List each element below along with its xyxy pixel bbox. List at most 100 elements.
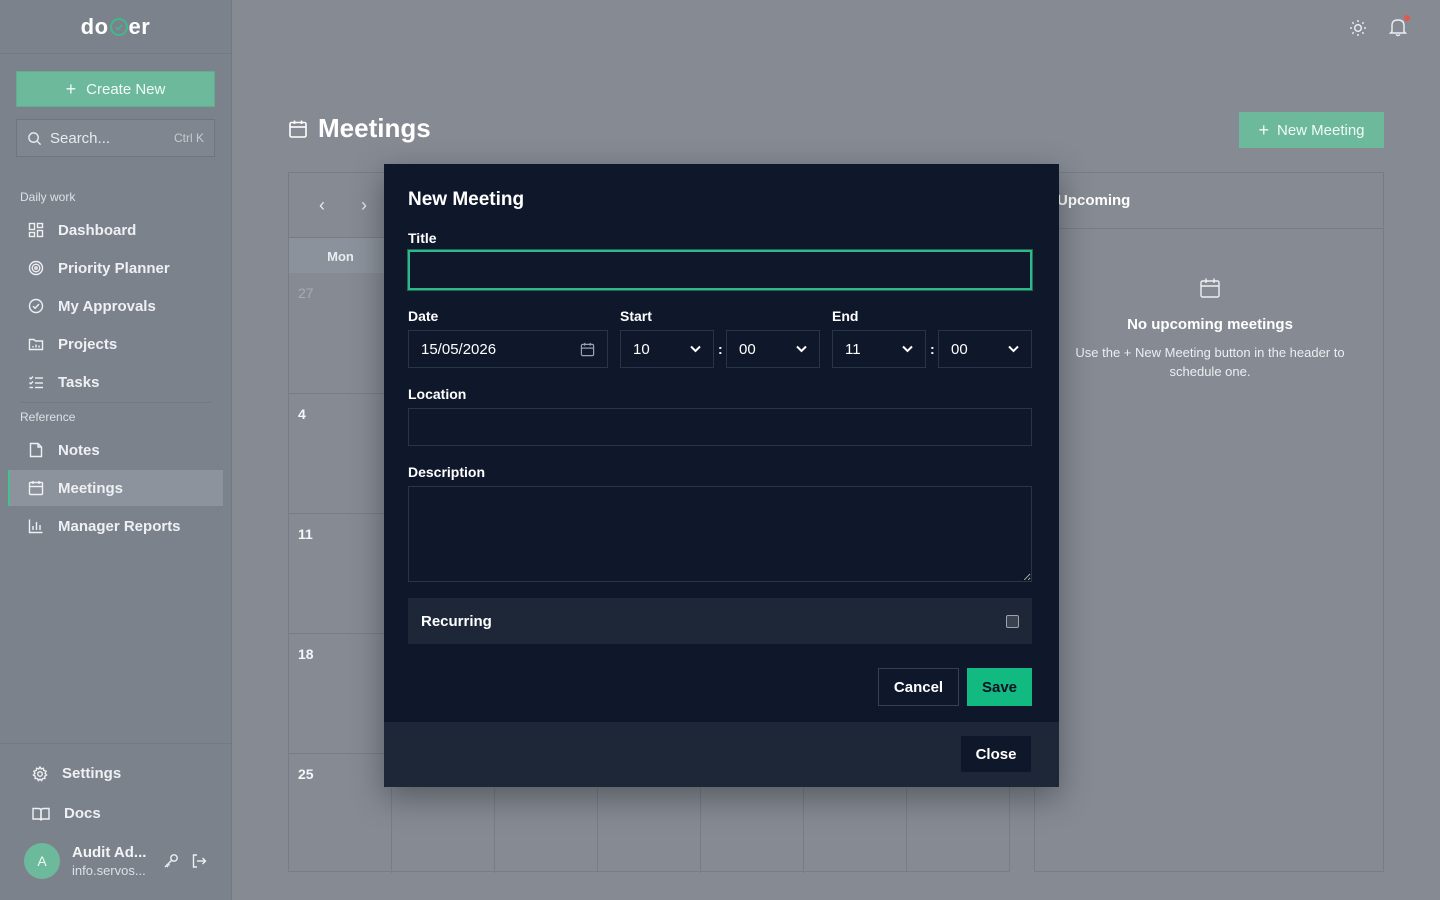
calendar-column-divider	[391, 788, 392, 873]
book-icon	[32, 807, 50, 821]
sidebar-item-manager-reports[interactable]: Manager Reports	[8, 508, 223, 544]
dialog-title: New Meeting	[408, 189, 525, 210]
recurring-toggle-row[interactable]: Recurring	[408, 598, 1032, 644]
folder-icon	[28, 336, 44, 352]
chevron-down-icon	[690, 345, 701, 353]
start-minute-select[interactable]: 00	[726, 330, 820, 368]
chevron-down-icon	[902, 345, 913, 353]
save-button[interactable]: Save	[967, 668, 1032, 706]
title-input[interactable]	[408, 250, 1032, 290]
day-number[interactable]: 27	[298, 285, 314, 301]
chevron-down-icon	[796, 345, 807, 353]
sidebar-item-label: Notes	[58, 441, 100, 459]
bar-chart-icon	[28, 518, 44, 534]
logout-icon[interactable]	[191, 853, 207, 869]
sidebar-item-projects[interactable]: Projects	[8, 326, 223, 362]
new-meeting-dialog: New Meeting Title Date 15/05/2026 Start …	[384, 164, 1059, 787]
recurring-checkbox[interactable]	[1006, 614, 1019, 628]
avatar: A	[24, 843, 60, 879]
day-number[interactable]: 18	[298, 646, 314, 662]
calendar-column-divider	[494, 788, 495, 873]
calendar-nav: ‹ ›	[319, 195, 367, 216]
sidebar-item-label: Dashboard	[58, 221, 137, 239]
create-new-button[interactable]: + Create New	[16, 71, 215, 107]
sidebar-item-priority-planner[interactable]: Priority Planner	[8, 250, 223, 286]
end-hour-value: 11	[845, 340, 861, 358]
location-input[interactable]	[408, 408, 1032, 446]
chevron-right-icon[interactable]: ›	[361, 195, 367, 216]
end-hour-select[interactable]: 11	[832, 330, 926, 368]
recurring-label: Recurring	[421, 612, 492, 630]
docs-link[interactable]: Docs	[32, 805, 101, 822]
logo-check-icon	[109, 17, 128, 36]
start-hour-select[interactable]: 10	[620, 330, 714, 368]
calendar-column-divider	[597, 788, 598, 873]
plus-icon: +	[1258, 119, 1269, 140]
cancel-button[interactable]: Cancel	[878, 668, 959, 706]
docs-label: Docs	[64, 805, 101, 822]
new-meeting-button[interactable]: + New Meeting	[1239, 112, 1384, 148]
time-separator: :	[718, 341, 723, 357]
day-number[interactable]: 4	[298, 406, 306, 422]
page-title-text: Meetings	[318, 113, 431, 143]
file-icon	[28, 442, 44, 458]
end-minute-select[interactable]: 00	[938, 330, 1032, 368]
location-label: Location	[408, 386, 467, 402]
sidebar-bottom-divider	[0, 743, 232, 744]
calendar-column-divider	[803, 788, 804, 873]
dialog-footer: Close	[384, 722, 1059, 787]
sidebar-item-label: Priority Planner	[58, 259, 170, 277]
sidebar-item-dashboard[interactable]: Dashboard	[8, 212, 223, 248]
key-icon[interactable]	[163, 853, 179, 869]
sidebar: do er + Create New Search... Ctrl K Dail…	[0, 0, 232, 900]
user-actions	[163, 853, 207, 869]
sidebar-item-label: My Approvals	[58, 297, 156, 315]
user-profile[interactable]: A Audit Ad... info.servos...	[24, 843, 146, 879]
create-new-label: Create New	[86, 80, 166, 98]
notification-dot	[1404, 15, 1410, 21]
calendar-column-divider	[906, 788, 907, 873]
gear-icon	[32, 765, 48, 782]
upcoming-panel: Upcoming No upcoming meetings Use the + …	[1034, 172, 1384, 872]
sidebar-item-label: Manager Reports	[58, 517, 181, 535]
description-label: Description	[408, 464, 486, 480]
user-name: Audit Ad...	[72, 844, 147, 861]
section-label-reference: Reference	[20, 410, 76, 424]
calendar-icon[interactable]	[580, 342, 595, 357]
search-input[interactable]: Search... Ctrl K	[16, 119, 215, 157]
search-shortcut: Ctrl K	[174, 131, 204, 145]
logo-text-right: er	[128, 13, 151, 39]
app-logo[interactable]: do er	[0, 0, 231, 54]
start-label: Start	[620, 308, 652, 324]
date-label: Date	[408, 308, 439, 324]
sun-icon[interactable]	[1349, 19, 1367, 37]
search-icon	[28, 131, 42, 145]
user-email: info.servos...	[72, 863, 146, 878]
day-number[interactable]: 25	[298, 766, 314, 782]
sidebar-item-label: Projects	[58, 335, 118, 353]
page-title: Meetings	[288, 113, 431, 144]
calendar-column-divider	[700, 788, 701, 873]
upcoming-empty-title: No upcoming meetings	[1127, 316, 1293, 333]
chevron-down-icon	[1008, 345, 1019, 353]
chevron-left-icon[interactable]: ‹	[319, 195, 325, 216]
settings-link[interactable]: Settings	[32, 765, 121, 782]
upcoming-empty-state: No upcoming meetings Use the + New Meeti…	[1035, 277, 1385, 381]
date-picker[interactable]: 15/05/2026	[408, 330, 608, 368]
close-button[interactable]: Close	[961, 736, 1031, 772]
sidebar-item-label: Meetings	[58, 479, 124, 497]
date-value: 15/05/2026	[421, 340, 497, 358]
search-placeholder: Search...	[50, 129, 111, 147]
day-number[interactable]: 11	[298, 526, 313, 542]
time-separator: :	[930, 341, 935, 357]
sidebar-item-my-approvals[interactable]: My Approvals	[8, 288, 223, 324]
sidebar-item-notes[interactable]: Notes	[8, 432, 223, 468]
upcoming-title: Upcoming	[1035, 173, 1383, 229]
sidebar-item-meetings[interactable]: Meetings	[8, 470, 223, 506]
end-label: End	[832, 308, 859, 324]
description-textarea[interactable]	[408, 486, 1032, 582]
sidebar-divider	[20, 402, 212, 403]
grid-icon	[28, 222, 44, 238]
end-minute-value: 00	[951, 340, 968, 358]
sidebar-item-tasks[interactable]: Tasks	[8, 364, 223, 400]
